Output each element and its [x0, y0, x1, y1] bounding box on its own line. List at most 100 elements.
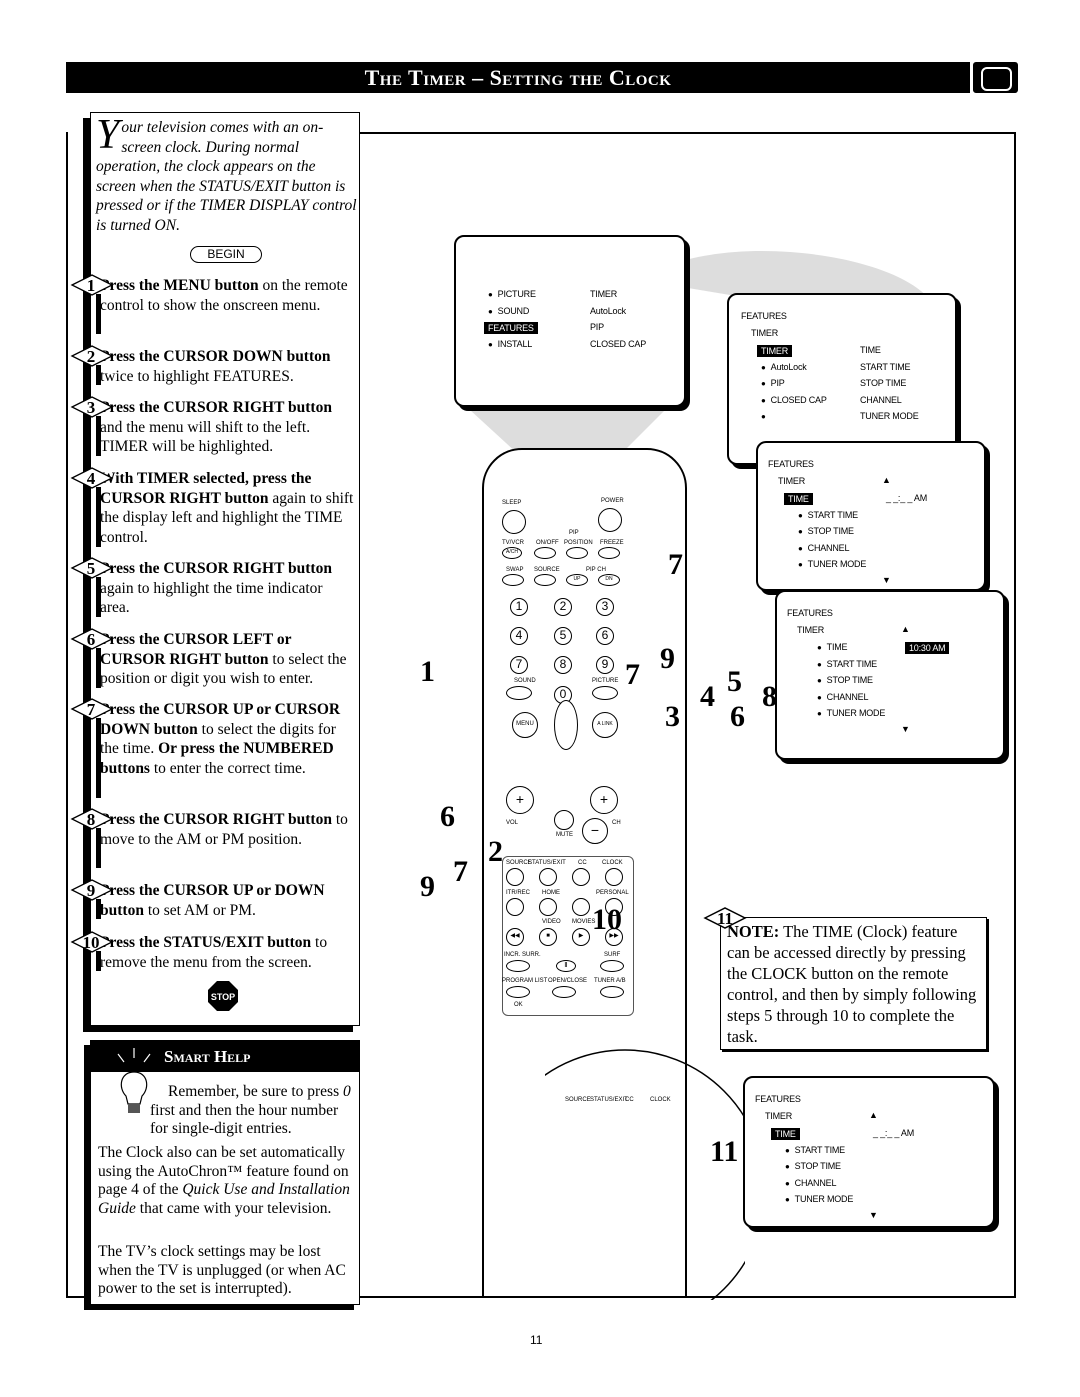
zoom-label-clock: CLOCK	[650, 1097, 671, 1103]
sleep-button[interactable]	[502, 510, 526, 534]
timer-item: START TIME	[785, 1145, 846, 1155]
svg-text:6: 6	[87, 630, 96, 649]
timer-item: CHANNEL	[798, 543, 850, 553]
begin-label: BEGIN	[190, 246, 262, 263]
source-button[interactable]	[534, 574, 556, 586]
cc-button[interactable]	[572, 868, 590, 886]
label-mute: MUTE	[556, 832, 573, 838]
svg-text:9: 9	[87, 881, 96, 900]
digit-3-button[interactable]: 3	[596, 598, 614, 616]
pause-button[interactable]: Ⅱ	[556, 960, 576, 972]
cursor-pad[interactable]	[554, 700, 578, 750]
digit-5-button[interactable]: 5	[554, 627, 572, 645]
scroll-down-icon: ▼	[869, 1210, 878, 1220]
incr-surr-button[interactable]	[506, 960, 530, 972]
program-list-button[interactable]	[506, 986, 530, 998]
svg-text:8: 8	[87, 810, 96, 829]
stop-button[interactable]: ■	[539, 928, 557, 946]
label-source: SOURCE	[534, 567, 560, 573]
alink-button[interactable]: A LINK	[592, 712, 618, 738]
step-callout-6: 6	[730, 700, 745, 733]
ch-up-button[interactable]: +	[590, 786, 618, 814]
sound-button[interactable]	[506, 686, 532, 700]
swap-button[interactable]	[502, 574, 524, 586]
pip-freeze-button[interactable]	[598, 547, 620, 559]
digit-9-button[interactable]: 9	[596, 656, 614, 674]
step-number-marker: 6	[70, 628, 114, 650]
digit-2-button[interactable]: 2	[554, 598, 572, 616]
digit-4-button[interactable]: 4	[510, 627, 528, 645]
step-callout-2: 2	[488, 835, 503, 868]
open-close-button[interactable]	[552, 986, 576, 998]
digit-6-button[interactable]: 6	[596, 627, 614, 645]
remote-zoom-circle	[545, 1049, 745, 1300]
frame-left	[66, 132, 68, 1298]
pip-dn-button[interactable]: DN	[598, 574, 620, 586]
zoom-label-source: SOURCE	[565, 1097, 591, 1103]
submenu-item: TUNER MODE	[860, 411, 919, 421]
step-callout-4: 4	[700, 680, 715, 713]
menu-button[interactable]: MENU	[512, 712, 538, 738]
menu-subheading: TIMER	[797, 625, 824, 635]
rewind-button[interactable]: ◀◀	[506, 928, 524, 946]
help-p2: The Clock also can be set automatically …	[98, 1144, 350, 1217]
label-power: POWER	[601, 498, 624, 504]
menu-heading: FEATURES	[755, 1094, 801, 1104]
digit-1-button[interactable]: 1	[510, 598, 528, 616]
play-button[interactable]: ▶	[572, 928, 590, 946]
clock-button[interactable]	[605, 868, 623, 886]
digit-8-button[interactable]: 8	[554, 656, 572, 674]
ch-down-button[interactable]: −	[582, 818, 608, 844]
time-value: 10:30 AM	[905, 642, 950, 654]
label-personal: PERSONAL	[596, 890, 629, 896]
scroll-up-icon: ▲	[901, 624, 910, 634]
stop-label: STOP	[211, 992, 235, 1002]
surf-button[interactable]	[600, 960, 624, 972]
pip-onoff-button[interactable]	[534, 547, 556, 559]
personal-a-button[interactable]	[572, 898, 590, 916]
submenu-item: CLOSED CAP	[590, 338, 647, 349]
source-button[interactable]	[506, 868, 524, 886]
home-button[interactable]	[539, 898, 557, 916]
stop-sign-icon: STOP	[208, 981, 238, 1011]
tuner-ab-button[interactable]	[600, 986, 624, 998]
menu-item: AutoLock	[761, 362, 807, 372]
label-vol: VOL	[506, 820, 519, 826]
digit-7-button[interactable]: 7	[510, 656, 528, 674]
menu-subheading: TIMER	[751, 328, 778, 338]
picture-button[interactable]	[592, 686, 618, 700]
svg-text:5: 5	[87, 559, 96, 578]
zoom-label-status: STATUS/EXIT	[590, 1097, 628, 1103]
vol-up-button[interactable]: +	[506, 786, 534, 814]
intro-body: our television comes with an on-screen c…	[96, 119, 357, 234]
step-number-marker: 2	[70, 345, 114, 367]
scroll-up-icon: ▲	[882, 475, 891, 485]
drop-cap: Y	[96, 112, 120, 158]
pip-up-button[interactable]: UP	[566, 574, 588, 586]
step-6: 6 Press the CURSOR LEFT or CURSOR RIGHT b…	[70, 628, 356, 689]
svg-text:3: 3	[87, 398, 96, 417]
step-bar	[96, 577, 101, 617]
pip-position-button[interactable]	[566, 547, 588, 559]
tv-vcr-button[interactable]: A/CH	[502, 547, 522, 559]
status-exit-button[interactable]	[539, 868, 557, 886]
step-1: 1 Press the MENU button on the remote con…	[70, 274, 356, 334]
label-clock: CLOCK	[602, 860, 623, 866]
step-number-marker: 9	[70, 879, 114, 901]
power-button[interactable]	[598, 508, 622, 532]
label-ch: CH	[612, 820, 621, 826]
label-openclose: OPEN/CLOSE	[548, 978, 588, 984]
svg-text:1: 1	[87, 276, 96, 295]
help-p3: The TV’s clock settings may be lost when…	[98, 1243, 346, 1297]
step-bar	[96, 365, 101, 385]
itr-rec-button[interactable]	[506, 898, 524, 916]
step-bar	[96, 487, 101, 547]
step-number-marker: 3	[70, 396, 114, 418]
step-4: 4 With TIMER selected, press the CURSOR R…	[70, 467, 356, 547]
mute-button[interactable]	[554, 810, 574, 830]
submenu-item: START TIME	[860, 361, 911, 372]
scroll-up-icon: ▲	[869, 1110, 878, 1120]
svg-text:4: 4	[87, 469, 96, 488]
step-number-marker: 8	[70, 808, 114, 830]
timer-item: TUNER MODE	[817, 708, 886, 718]
